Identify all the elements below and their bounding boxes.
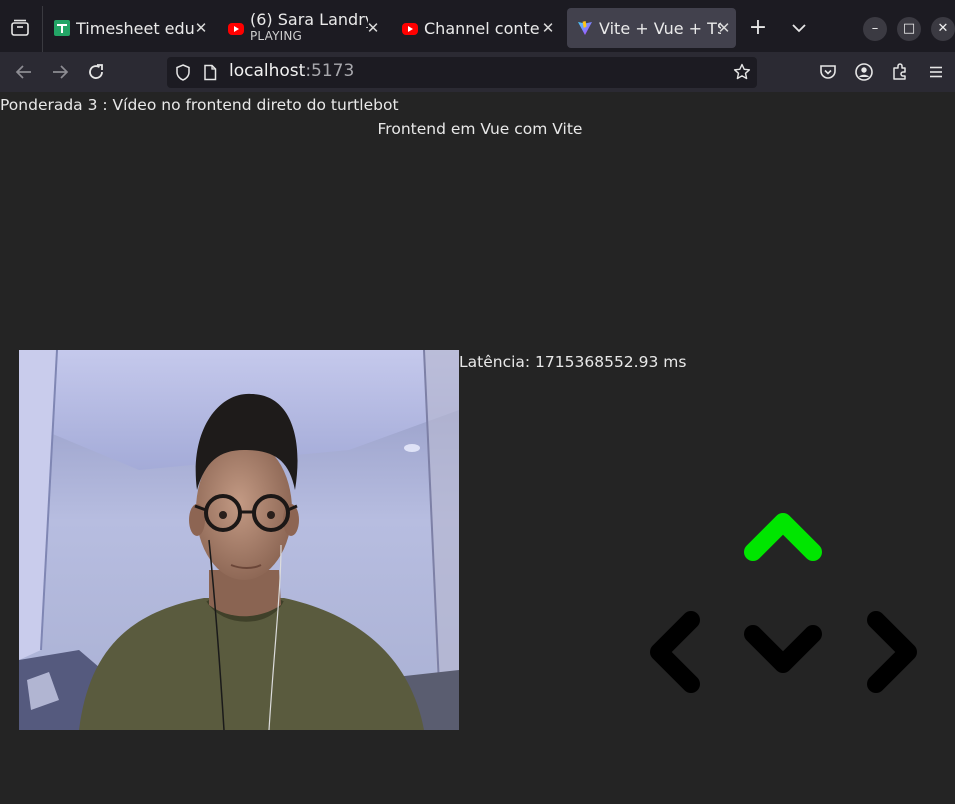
tracking-protection-shield-icon[interactable] [175,64,191,81]
tab-title: Timesheet edu [76,18,194,38]
tab-title: (6) Sara Landry [250,11,368,28]
robot-camera-video [19,350,459,730]
move-backward-arrow-icon[interactable] [743,618,823,680]
youtube-icon [402,23,418,35]
vite-icon [577,20,593,36]
extensions-icon[interactable] [890,62,910,82]
youtube-icon [228,23,244,35]
reload-icon[interactable] [84,60,108,84]
tab-sara-landry[interactable]: (6) Sara Landry PLAYING ✕ [218,8,385,48]
turn-right-arrow-icon[interactable] [860,610,922,694]
minimize-button[interactable]: – [863,17,887,41]
menu-hamburger-icon[interactable] [926,62,946,82]
tab-overview-icon[interactable] [9,17,31,39]
tab-title: Vite + Vue + TS [599,18,721,38]
url-host: localhost [229,61,306,81]
tab-strip: Timesheet edu ✕ (6) Sara Landry PLAYING … [0,0,955,52]
tab-close-icon[interactable]: ✕ [714,18,734,38]
tab-title: Channel conte [424,18,540,38]
tab-separator [42,6,43,52]
maximize-button[interactable]: □ [897,17,921,41]
latency-readout: Latência: 1715368552.93 ms [459,353,687,371]
move-forward-arrow-icon[interactable] [743,510,823,566]
url-port: :5173 [305,61,355,81]
turn-left-arrow-icon[interactable] [645,610,707,694]
tab-vite-vue[interactable]: Vite + Vue + TS ✕ [567,8,736,48]
pocket-icon[interactable] [818,62,838,82]
page-info-icon[interactable] [203,64,217,81]
navigation-toolbar: localhost:5173 [0,52,955,92]
new-tab-icon[interactable]: + [748,17,768,39]
spreadsheet-icon [54,20,70,36]
tab-close-icon[interactable]: ✕ [363,18,383,38]
back-arrow-icon[interactable] [12,60,36,84]
forward-arrow-icon[interactable] [48,60,72,84]
close-window-button[interactable]: ✕ [931,17,955,41]
tab-playing-label: PLAYING [250,29,303,43]
bookmark-star-icon[interactable] [733,63,751,81]
address-bar[interactable]: localhost:5173 [167,57,757,88]
tab-channel-content[interactable]: Channel conte ✕ [392,8,560,48]
tab-close-icon[interactable]: ✕ [191,18,211,38]
tab-close-icon[interactable]: ✕ [538,18,558,38]
page-content: Ponderada 3 : Vídeo no frontend direto d… [0,92,955,804]
account-icon[interactable] [854,62,874,82]
page-subheading: Frontend em Vue com Vite [377,120,583,138]
url-text[interactable]: localhost:5173 [229,61,354,81]
page-heading: Ponderada 3 : Vídeo no frontend direto d… [0,96,399,114]
tab-timesheet[interactable]: Timesheet edu ✕ [44,8,213,48]
list-all-tabs-icon[interactable] [789,18,809,38]
